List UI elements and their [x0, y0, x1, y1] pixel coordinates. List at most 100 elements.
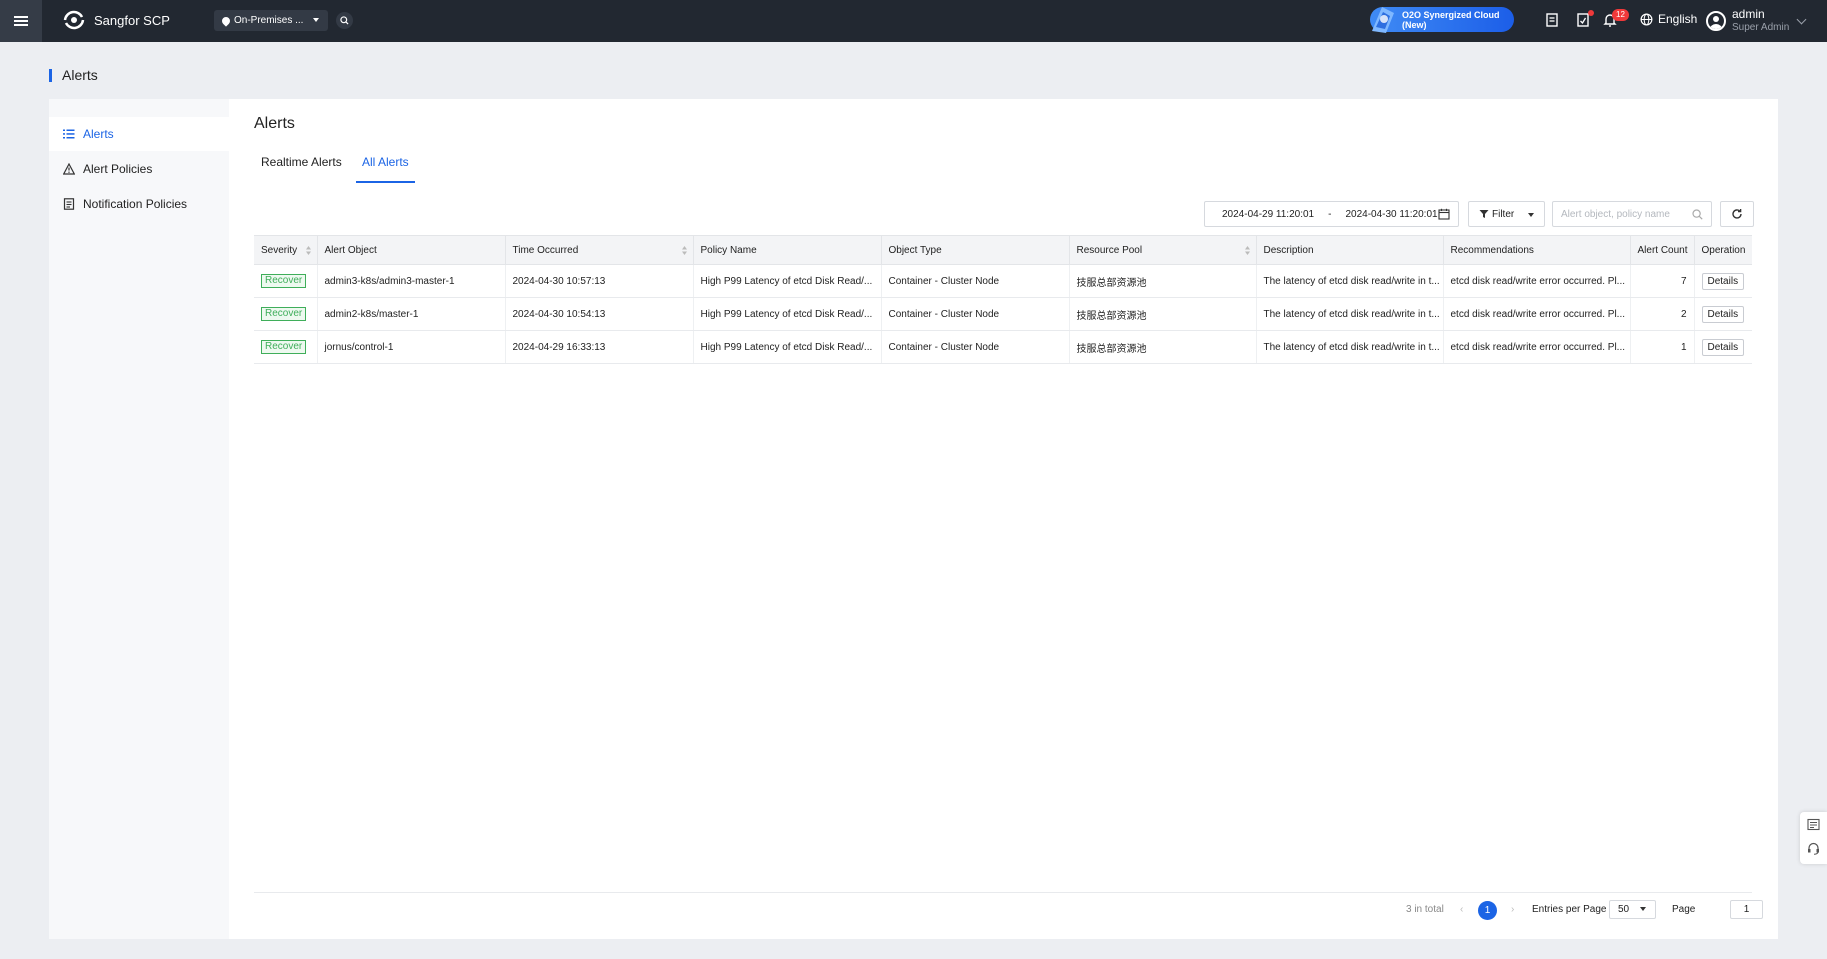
page-number-button[interactable]: 1 [1478, 901, 1497, 920]
date-separator: - [1328, 208, 1332, 220]
alert-object-cell: admin2-k8s/master-1 [317, 297, 506, 331]
sidebar-item-alerts[interactable]: Alerts [49, 117, 229, 151]
total-count: 3 in total [1406, 904, 1444, 915]
policy-cell: High P99 Latency of etcd Disk Read/... [693, 264, 882, 298]
column-header-time-occurred[interactable]: Time Occurred [505, 235, 694, 265]
table-row: Recover admin3-k8s/admin3-master-1 2024-… [254, 264, 1752, 298]
header-label: Object Type [888, 244, 942, 256]
global-search-button[interactable] [336, 12, 353, 29]
table-header-row: Severity Alert Object Time Occurred Poli… [254, 235, 1752, 265]
main-panel: Alerts Realtime Alerts All Alerts 2024-0… [229, 99, 1778, 939]
filter-label: Filter [1492, 208, 1515, 220]
sidebar-item-label: Alert Policies [83, 162, 153, 176]
description-cell: The latency of etcd disk read/write in t… [1256, 330, 1444, 364]
sidebar-item-label: Notification Policies [83, 197, 188, 211]
floating-toolbar [1800, 812, 1827, 864]
column-header-severity[interactable]: Severity [254, 235, 318, 265]
severity-cell: Recover [254, 297, 318, 331]
entries-per-page-select[interactable]: 50 [1609, 900, 1656, 919]
document-icon [63, 198, 75, 210]
header-label: Operation [1701, 244, 1746, 256]
language-selector[interactable]: English [1640, 12, 1697, 26]
location-label: On-Premises ... [234, 15, 304, 26]
resource-pool-cell: 技服总部资源池 [1069, 264, 1257, 298]
details-button[interactable]: Details [1701, 272, 1745, 290]
tab-realtime-alerts[interactable]: Realtime Alerts [261, 155, 342, 183]
alert-count-cell: 7 [1630, 264, 1695, 298]
next-page-button[interactable]: › [1511, 904, 1514, 915]
header-label: Description [1263, 244, 1314, 256]
sidebar-item-notification-policies[interactable]: Notification Policies [49, 187, 229, 221]
alert-count-cell: 1 [1630, 330, 1695, 364]
page-title: Alerts [254, 115, 295, 132]
column-header-policy-name: Policy Name [693, 235, 882, 265]
caret-down-icon [313, 18, 319, 22]
chevron-down-icon[interactable] [1796, 14, 1807, 25]
resource-pool-cell: 技服总部资源池 [1069, 330, 1257, 364]
sidebar: Alerts Alert Policies Notification Polic… [49, 99, 229, 939]
header-label: Recommendations [1450, 244, 1534, 256]
object-type-cell: Container - Cluster Node [881, 264, 1070, 298]
alert-object-cell: admin3-k8s/admin3-master-1 [317, 264, 506, 298]
header-label: Time Occurred [512, 244, 579, 256]
o2o-cloud-icon [1372, 7, 1394, 33]
app-name: Sangfor SCP [94, 12, 170, 28]
header-label: Resource Pool [1076, 244, 1143, 256]
sort-icon [681, 246, 687, 255]
headset-support-icon[interactable] [1807, 842, 1820, 855]
entries-per-page-value: 50 [1618, 904, 1630, 915]
page-heading: Alerts [49, 68, 98, 82]
search-box[interactable] [1552, 201, 1712, 227]
filter-icon [1479, 210, 1489, 218]
user-menu[interactable]: admin Super Admin [1706, 8, 1789, 34]
sidebar-item-alert-policies[interactable]: Alert Policies [49, 152, 229, 186]
o2o-cloud-button[interactable]: O2O Synergized Cloud (New) [1370, 7, 1514, 33]
column-header-alert-object: Alert Object [317, 235, 506, 265]
operation-cell: Details [1694, 264, 1752, 298]
tab-all-alerts[interactable]: All Alerts [356, 155, 415, 183]
table-row: Recover admin2-k8s/master-1 2024-04-30 1… [254, 297, 1752, 331]
globe-icon [1640, 13, 1653, 25]
task-list-icon[interactable] [1544, 12, 1560, 28]
details-button[interactable]: Details [1701, 305, 1745, 323]
column-header-operation: Operation [1694, 235, 1752, 265]
header-label: Alert Object [324, 244, 377, 256]
date-from: 2024-04-29 11:20:01 [1222, 208, 1315, 220]
caret-down-icon [1528, 213, 1534, 217]
recommendation-cell: etcd disk read/write error occurred. Pl.… [1443, 297, 1631, 331]
alert-count-cell: 2 [1630, 297, 1695, 331]
resource-pool-cell: 技服总部资源池 [1069, 297, 1257, 331]
column-header-resource-pool[interactable]: Resource Pool [1069, 235, 1257, 265]
severity-badge: Recover [261, 340, 307, 354]
app-logo[interactable]: Sangfor SCP [62, 10, 170, 30]
search-input[interactable] [1561, 208, 1691, 220]
filter-button[interactable]: Filter [1468, 201, 1545, 227]
column-header-recommendations: Recommendations [1443, 235, 1631, 265]
policy-cell: High P99 Latency of etcd Disk Read/... [693, 297, 882, 331]
date-range-picker[interactable]: 2024-04-29 11:20:01 - 2024-04-30 11:20:0… [1204, 201, 1459, 227]
operation-cell: Details [1694, 330, 1752, 364]
header-label: Policy Name [700, 244, 757, 256]
o2o-label: O2O Synergized Cloud (New) [1402, 9, 1500, 30]
user-name: admin [1732, 7, 1765, 21]
severity-badge: Recover [261, 307, 307, 321]
description-cell: The latency of etcd disk read/write in t… [1256, 264, 1444, 298]
column-header-description: Description [1256, 235, 1444, 265]
sort-icon [1244, 246, 1250, 255]
object-type-cell: Container - Cluster Node [881, 297, 1070, 331]
column-header-alert-count: Alert Count [1630, 235, 1695, 265]
user-icon [1710, 16, 1722, 29]
message-list-icon[interactable] [1807, 818, 1820, 831]
prev-page-button[interactable]: ‹ [1460, 904, 1463, 915]
date-to: 2024-04-30 11:20:01 [1345, 208, 1438, 220]
refresh-button[interactable] [1720, 201, 1754, 227]
menu-icon[interactable] [0, 0, 42, 42]
avatar [1706, 11, 1726, 31]
sidebar-item-label: Alerts [83, 127, 114, 141]
severity-badge: Recover [261, 274, 307, 288]
location-selector[interactable]: On-Premises ... [214, 10, 328, 31]
page-jump-input[interactable]: 1 [1730, 900, 1763, 919]
time-cell: 2024-04-29 16:33:13 [505, 330, 694, 364]
description-cell: The latency of etcd disk read/write in t… [1256, 297, 1444, 331]
details-button[interactable]: Details [1701, 338, 1745, 356]
